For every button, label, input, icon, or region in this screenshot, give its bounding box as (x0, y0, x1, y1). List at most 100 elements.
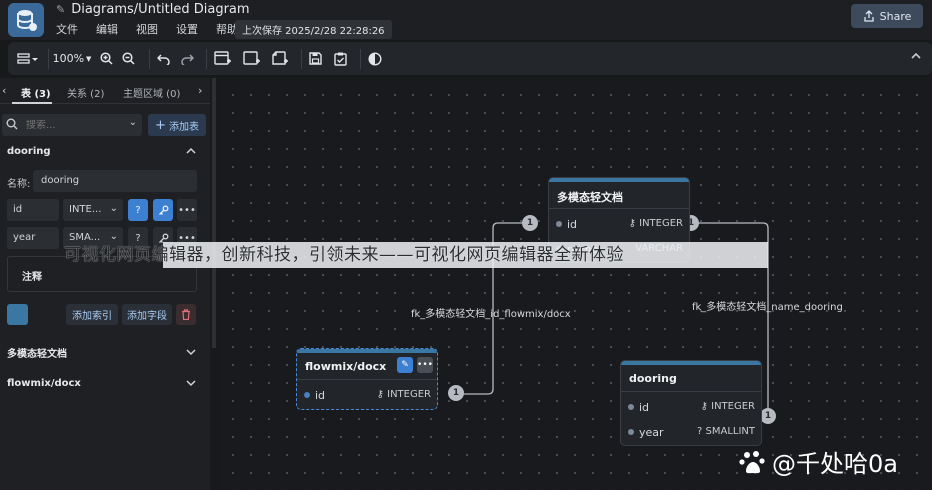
caption-overlay: 可视化网页编辑器，创新科技，引领未来——可视化网页编辑器全新体验 (64, 245, 624, 265)
save-button[interactable] (302, 42, 328, 75)
field-name-input[interactable]: year (7, 227, 59, 249)
layers-icon (17, 52, 38, 64)
document-title[interactable]: ✎ Diagrams/Untitled Diagram (56, 2, 250, 17)
relationship-badge[interactable]: 1 (522, 215, 538, 231)
field-type-wrap: ⚷ INTEGER (701, 401, 755, 412)
share-icon (863, 10, 874, 22)
zoom-in-icon (99, 52, 113, 65)
field-name-input[interactable]: id (7, 199, 59, 221)
chevron-left-icon[interactable]: ‹ (2, 84, 6, 97)
menu-edit[interactable]: 编辑 (96, 21, 118, 37)
save-status: 上次保存 2025/2/28 22:28:26 (235, 20, 392, 39)
search-input[interactable] (26, 119, 116, 131)
add-table-tool[interactable] (207, 42, 237, 75)
zoom-value: 100% (52, 52, 85, 65)
sidebar-scrollbar[interactable] (212, 78, 216, 348)
table-field-row[interactable]: id ⚷ INTEGER (621, 395, 761, 420)
more-horizontal-icon: ••• (417, 360, 433, 370)
field-type: INTEGER (387, 389, 431, 400)
field-type-select[interactable]: INTE... ⌄ (63, 199, 123, 221)
table-name-label: 名称: (7, 179, 31, 190)
table-field-row[interactable]: year ? SMALLINT (621, 420, 761, 445)
theme-toggle-button[interactable] (361, 42, 389, 75)
todo-button[interactable] (328, 42, 352, 75)
add-field-button[interactable]: 添加字段 (122, 304, 172, 325)
delete-table-button[interactable] (176, 304, 196, 325)
table-search[interactable]: ⌄ (2, 114, 142, 136)
relationship-label[interactable]: fk_多模态轻文档_name_dooring (692, 298, 843, 313)
chevron-right-icon[interactable]: › (198, 84, 202, 97)
tab-relationships[interactable]: 关系 (2) (67, 85, 104, 100)
add-note-icon (271, 51, 288, 65)
watermark: @千处哈0a (738, 444, 898, 479)
relationship-label[interactable]: fk_多模态轻文档_id_flowmix/docx (411, 305, 571, 320)
connector-dot[interactable] (304, 392, 310, 398)
chevron-up-icon (911, 52, 921, 59)
zoom-out-icon (121, 52, 135, 65)
connector-dot[interactable] (556, 221, 562, 227)
undo-icon (156, 53, 170, 65)
relationship-lines (462, 222, 769, 415)
connector-dot[interactable] (628, 404, 634, 410)
table-card-dooring[interactable]: dooring id ⚷ INTEGER year ? SMALLINT (620, 360, 762, 446)
field-name: year (639, 426, 664, 439)
table-more-button[interactable]: ••• (417, 357, 433, 373)
add-table-button[interactable]: + 添加表 (148, 114, 206, 136)
share-label: Share (879, 9, 912, 23)
primary-key-toggle[interactable] (153, 199, 173, 221)
layout-menu-button[interactable] (8, 42, 48, 75)
table-section-multimodal-doc[interactable]: 多模态轻文档 (0, 341, 210, 363)
relationship-badge[interactable]: 1 (448, 385, 464, 401)
search-icon (6, 118, 18, 130)
tab-tables[interactable]: 表 (3) (21, 85, 51, 100)
chevron-up-icon (186, 147, 196, 154)
add-table-icon (213, 51, 231, 65)
add-area-tool[interactable] (237, 42, 265, 75)
chevron-down-icon[interactable]: ⌄ (129, 117, 137, 128)
table-card-title: 多模态轻文档 (549, 182, 689, 209)
field-name: id (639, 401, 650, 414)
table-field-row[interactable]: id ⚷ INTEGER (549, 212, 689, 237)
table-section-dooring[interactable]: dooring (0, 140, 210, 162)
tab-subject-areas[interactable]: 主题区域 (0) (123, 85, 180, 100)
table-color-picker[interactable] (7, 304, 28, 325)
connector-dot[interactable] (628, 429, 634, 435)
collapse-toolbar-button[interactable] (910, 51, 922, 64)
table-section-title: flowmix/docx (7, 377, 81, 389)
table-card-flowmix-docx[interactable]: flowmix/docx ✎ ••• id ⚷ INTEGER (296, 348, 438, 410)
zoom-out-button[interactable] (117, 42, 139, 75)
caret-down-icon: ▼ (86, 54, 92, 63)
diagram-canvas[interactable]: 1 1 1 1 fk_多模态轻文档_id_flowmix/docx fk_多模态… (218, 78, 932, 490)
chevron-down-icon (186, 380, 196, 387)
table-name-input[interactable]: dooring (33, 170, 197, 192)
table-field-row[interactable]: id ⚷ INTEGER (297, 383, 437, 408)
add-area-icon (242, 51, 260, 65)
field-type-value: INTE... (69, 204, 102, 215)
edit-table-button[interactable]: ✎ (397, 357, 413, 373)
sidebar-tabs: ‹ 表 (3) 关系 (2) 主题区域 (0) › (0, 78, 210, 104)
share-button[interactable]: Share (851, 4, 923, 28)
relationship-badge[interactable]: 1 (760, 408, 776, 424)
app-logo[interactable] (8, 3, 44, 37)
table-section-title: dooring (7, 145, 51, 157)
chevron-down-icon (186, 349, 196, 356)
sidebar: ‹ 表 (3) 关系 (2) 主题区域 (0) › ⌄ + 添加表 doorin… (0, 78, 210, 490)
menu-bar: 文件 编辑 视图 设置 帮助 (56, 21, 256, 37)
add-note-tool[interactable] (265, 42, 293, 75)
field-name: id (567, 218, 578, 231)
more-horizontal-icon: ••• (178, 204, 196, 216)
zoom-in-button[interactable] (95, 42, 117, 75)
field-more-button[interactable]: ••• (177, 199, 197, 221)
menu-view[interactable]: 视图 (136, 21, 158, 37)
nullable-toggle[interactable]: ? (128, 199, 148, 221)
pencil-icon: ✎ (401, 360, 409, 370)
menu-settings[interactable]: 设置 (176, 21, 198, 37)
document-title-text: Diagrams/Untitled Diagram (71, 2, 250, 17)
undo-button[interactable] (150, 42, 176, 75)
search-row: ⌄ + 添加表 (0, 114, 210, 138)
zoom-select[interactable]: 100% ▼ (49, 42, 95, 75)
table-section-flowmix-docx[interactable]: flowmix/docx (0, 372, 210, 394)
redo-button[interactable] (176, 42, 198, 75)
menu-file[interactable]: 文件 (56, 21, 78, 37)
add-index-button[interactable]: 添加索引 (66, 304, 118, 325)
